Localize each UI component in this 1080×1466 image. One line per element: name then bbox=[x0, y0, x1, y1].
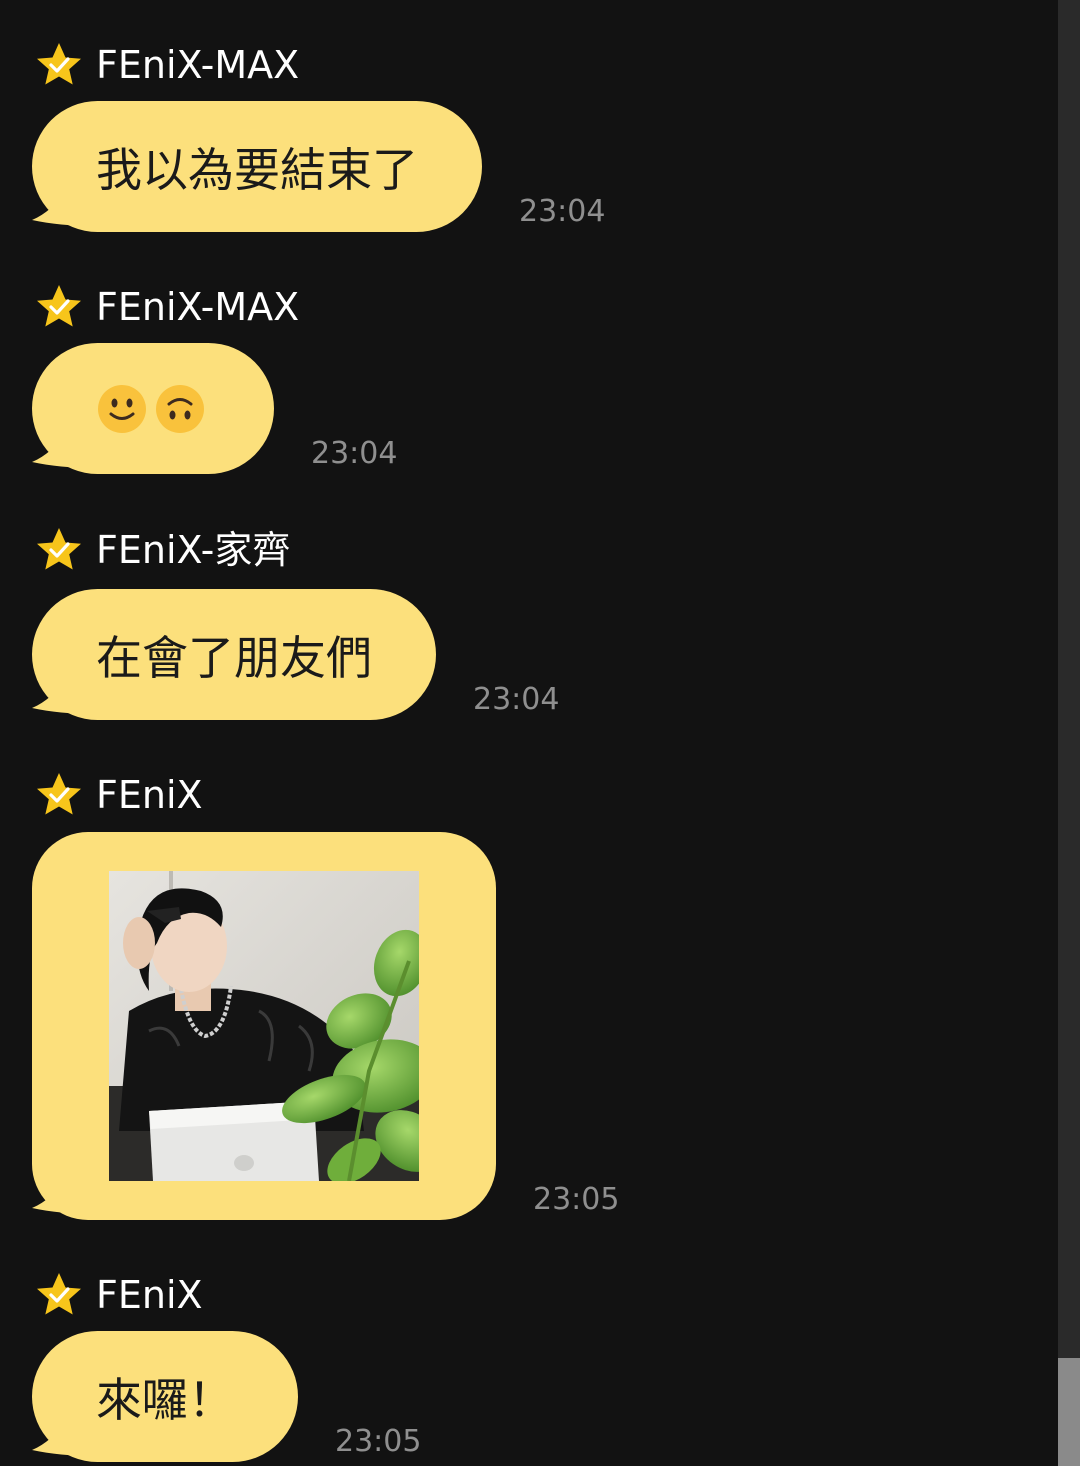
message-text: 來囉！ bbox=[96, 1372, 234, 1427]
bubble-tail bbox=[32, 1184, 92, 1214]
message-sender: FEniX bbox=[34, 1270, 203, 1320]
message-timestamp: 23:04 bbox=[311, 436, 398, 471]
message-sender: FEniX-家齊 bbox=[34, 525, 290, 575]
bubble-tail bbox=[32, 1426, 92, 1456]
message-sender: FEniX bbox=[34, 770, 203, 820]
star-check-icon bbox=[37, 1273, 81, 1315]
message-sender: FEniX-MAX bbox=[34, 40, 299, 90]
star-check-icon bbox=[37, 285, 81, 327]
message-text: 我以為要結束了 bbox=[96, 142, 418, 197]
message-text: 在會了朋友們 bbox=[96, 630, 372, 685]
photo-attachment[interactable] bbox=[109, 871, 419, 1181]
star-check-icon bbox=[37, 773, 81, 815]
message-timestamp: 23:04 bbox=[473, 682, 560, 717]
upside-down-face-icon bbox=[156, 384, 204, 433]
scrollbar-track[interactable] bbox=[1058, 0, 1080, 1466]
slightly-smiling-face-icon bbox=[98, 384, 146, 433]
star-check-icon bbox=[37, 43, 81, 85]
sender-name: FEniX-MAX bbox=[96, 285, 300, 329]
star-check-icon bbox=[37, 528, 81, 570]
bubble-tail bbox=[32, 196, 92, 226]
bubble-tail bbox=[32, 438, 92, 468]
sender-name: FEniX bbox=[96, 773, 203, 817]
photo-image bbox=[109, 871, 419, 1181]
chat-message-list[interactable]: FEniX-MAX 我以為要結束了 23:04 FEniX-MAX 23:04 bbox=[0, 0, 1058, 1466]
photo-message-bubble[interactable] bbox=[32, 832, 496, 1220]
sender-name: FEniX-MAX bbox=[96, 43, 300, 87]
message-timestamp: 23:05 bbox=[335, 1424, 422, 1459]
sender-name: FEniX-家齊 bbox=[96, 528, 291, 572]
message-bubble[interactable]: 我以為要結束了 bbox=[32, 101, 482, 232]
sender-name: FEniX bbox=[96, 1273, 203, 1317]
bubble-tail bbox=[32, 684, 92, 714]
message-timestamp: 23:05 bbox=[533, 1182, 620, 1217]
message-timestamp: 23:04 bbox=[519, 194, 606, 229]
message-sender: FEniX-MAX bbox=[34, 282, 299, 332]
scrollbar-thumb[interactable] bbox=[1058, 1358, 1080, 1466]
message-bubble[interactable]: 在會了朋友們 bbox=[32, 589, 436, 720]
